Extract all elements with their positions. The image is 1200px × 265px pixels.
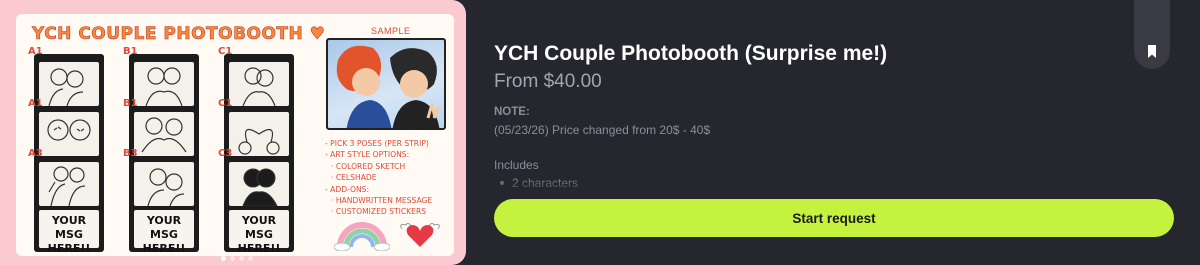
sheet-notes: - PICK 3 POSES (PER STRIP) - ART STYLE O…	[325, 139, 433, 217]
pose-c1-top	[229, 62, 289, 106]
includes-item-label: 2 characters	[512, 176, 579, 190]
reference-sheet: YCH COUPLE PHOTOBOOTH ♥ YOUR MSG HERE!! …	[16, 14, 454, 256]
bookmark-button[interactable]	[1134, 0, 1170, 69]
bookmark-icon	[1148, 45, 1156, 58]
pose-strip-b: YOUR MSG HERE!! B1 B1 B3	[123, 46, 199, 255]
note-heading: NOTE:	[494, 106, 530, 118]
pose-c3-bottom	[229, 162, 289, 206]
message-box-c: YOUR MSG HERE!!	[229, 210, 289, 255]
carousel-dot-3[interactable]	[239, 256, 244, 261]
pose-a1-mid	[39, 112, 99, 156]
includes-item: 2 characters	[500, 176, 578, 190]
sample-illustration	[326, 38, 446, 130]
description-fade	[480, 176, 1180, 192]
bullet-icon	[500, 181, 504, 185]
pose-b1-mid	[134, 112, 194, 156]
pose-a1-top	[39, 62, 99, 106]
winged-heart-sticker	[400, 222, 440, 247]
pose-b1-top	[134, 62, 194, 106]
carousel-dot-1[interactable]	[221, 256, 226, 261]
carousel-dots	[221, 256, 253, 261]
rainbow-sticker	[334, 222, 390, 251]
sample-label: SAMPLE	[371, 26, 411, 36]
commission-card: YCH COUPLE PHOTOBOOTH ♥ YOUR MSG HERE!! …	[0, 0, 1200, 265]
note-text: (05/23/26) Price changed from 20$ - 40$	[494, 123, 711, 137]
pose-a3-bottom	[39, 162, 99, 206]
pose-strip-a: YOUR MSG HERE!! A1 A1 A3	[28, 46, 104, 255]
pose-strip-c: YOUR MSG HERE!! C1 C1 C3	[218, 46, 294, 255]
sheet-title: YCH COUPLE PHOTOBOOTH ♥	[32, 24, 326, 45]
message-box-b: YOUR MSG HERE!!	[134, 210, 194, 255]
carousel-dot-4[interactable]	[248, 256, 253, 261]
carousel-dot-2[interactable]	[230, 256, 235, 261]
pose-c1-mid	[229, 112, 289, 156]
pose-b3-bottom	[134, 162, 194, 206]
includes-heading: Includes	[494, 158, 539, 172]
listing-price: From $40.00	[494, 71, 602, 92]
listing-title: YCH Couple Photobooth (Surprise me!)	[494, 42, 888, 65]
preview-image[interactable]: YCH COUPLE PHOTOBOOTH ♥ YOUR MSG HERE!! …	[0, 0, 466, 265]
message-box-a: YOUR MSG HERE!!	[39, 210, 99, 255]
start-request-button[interactable]: Start request	[494, 199, 1174, 237]
